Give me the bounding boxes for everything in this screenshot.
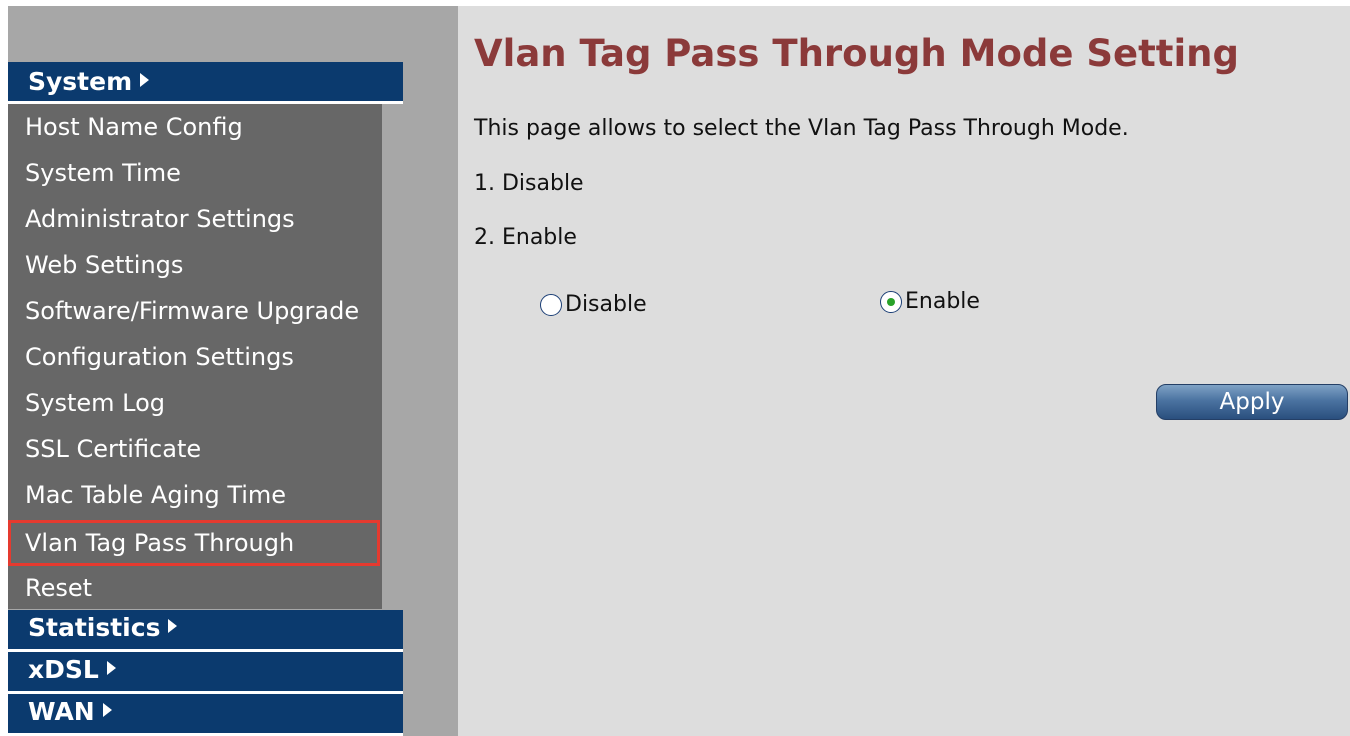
sidebar-section-xdsl-label: xDSL [28, 655, 99, 684]
main-content: Vlan Tag Pass Through Mode Setting This … [458, 6, 1350, 736]
option-list-item-disable: 1. Disable [474, 171, 584, 196]
disable-radio-label: Disable [565, 292, 647, 317]
enable-radio-option[interactable]: Enable [880, 289, 980, 314]
apply-button[interactable]: Apply [1156, 384, 1348, 420]
sidebar-item-system-time[interactable]: System Time [8, 150, 382, 196]
sidebar-section-wan[interactable]: WAN [8, 694, 403, 736]
triangle-right-icon [106, 661, 116, 675]
sidebar-section-statistics-label: Statistics [28, 613, 161, 642]
sidebar-item-system-log[interactable]: System Log [8, 380, 382, 426]
sidebar-item-software-firmware-upgrade[interactable]: Software/Firmware Upgrade [8, 288, 382, 334]
sidebar-section-wan-label: WAN [28, 697, 95, 726]
system-menu: Host Name Config System Time Administrat… [8, 104, 382, 609]
triangle-right-icon [140, 73, 150, 87]
sidebar-item-ssl-certificate[interactable]: SSL Certificate [8, 426, 382, 472]
triangle-right-icon [168, 619, 178, 633]
page-title: Vlan Tag Pass Through Mode Setting [474, 32, 1239, 75]
sidebar-item-web-settings[interactable]: Web Settings [8, 242, 382, 288]
sidebar-item-administrator-settings[interactable]: Administrator Settings [8, 196, 382, 242]
enable-radio-label: Enable [905, 289, 980, 314]
disable-radio-option[interactable]: Disable [540, 292, 647, 317]
sidebar-item-mac-table-aging-time[interactable]: Mac Table Aging Time [8, 472, 382, 518]
sidebar-section-xdsl[interactable]: xDSL [8, 652, 403, 694]
sidebar-section-statistics[interactable]: Statistics [8, 610, 403, 652]
sidebar-item-host-name-config[interactable]: Host Name Config [8, 104, 382, 150]
router-admin-page: System Host Name Config System Time Admi… [0, 0, 1350, 736]
disable-radio-button[interactable] [540, 293, 562, 316]
page-description: This page allows to select the Vlan Tag … [474, 116, 1129, 141]
sidebar-item-configuration-settings[interactable]: Configuration Settings [8, 334, 382, 380]
triangle-right-icon [102, 703, 112, 717]
sidebar-top-spacer [8, 6, 458, 62]
option-list-item-enable: 2. Enable [474, 225, 577, 250]
sidebar: System Host Name Config System Time Admi… [8, 6, 458, 736]
sidebar-section-system[interactable]: System [8, 62, 403, 104]
sidebar-item-vlan-tag-pass-through[interactable]: Vlan Tag Pass Through [8, 520, 380, 566]
enable-radio-button[interactable] [880, 290, 902, 313]
sidebar-item-reset[interactable]: Reset [8, 565, 382, 611]
sidebar-section-system-label: System [28, 67, 133, 96]
